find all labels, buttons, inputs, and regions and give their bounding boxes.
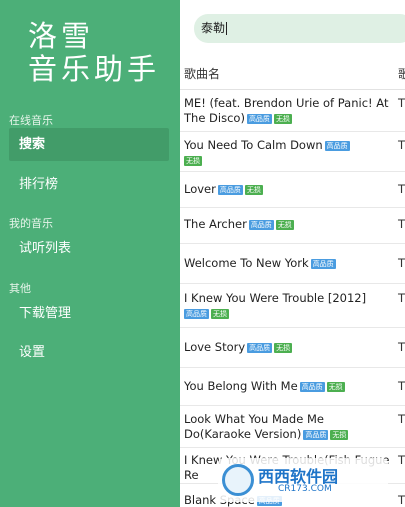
song-title-text: Lover: [184, 182, 216, 196]
high-quality-badge: 高品质: [324, 140, 350, 151]
song-title[interactable]: Welcome To New York 高品质: [184, 256, 391, 271]
main-panel: 泰勒 歌曲名 歌 ME! (feat. Brendon Urie of Pani…: [180, 0, 405, 507]
artist-cell: T: [398, 340, 405, 354]
song-title-text: Love Story: [184, 340, 246, 354]
section-online-music: 在线音乐: [9, 114, 53, 127]
artist-cell: T: [398, 217, 405, 231]
watermark-logo-icon: [222, 464, 254, 496]
artist-cell: T: [398, 453, 405, 467]
column-header-artist[interactable]: 歌: [398, 65, 405, 82]
high-quality-badge: 高品质: [299, 381, 325, 392]
high-quality-badge: 高品质: [247, 342, 273, 353]
table-row[interactable]: Love Story 高品质 无损 T: [180, 328, 405, 368]
text-caret: [226, 22, 228, 35]
lossless-badge: 无损: [274, 342, 293, 353]
song-title[interactable]: You Need To Calm Down 高品质无损: [184, 138, 391, 168]
lossless-badge: 无损: [275, 219, 294, 230]
table-header: 歌曲名 歌: [180, 56, 405, 90]
lossless-badge: 无损: [184, 155, 202, 166]
high-quality-badge: 高品质: [184, 308, 209, 319]
high-quality-badge: 高品质: [246, 113, 272, 124]
high-quality-badge: 高品质: [248, 219, 274, 230]
section-other: 其他: [9, 282, 31, 295]
song-title-text: You Need To Calm Down: [184, 138, 323, 152]
lossless-badge: 无损: [273, 113, 292, 124]
artist-cell: T: [398, 379, 405, 393]
watermark-url: CR173.COM: [278, 484, 332, 494]
artist-cell: T: [398, 138, 405, 152]
artist-cell: T: [398, 493, 405, 507]
artist-cell: T: [398, 96, 405, 110]
song-title-text: Welcome To New York: [184, 256, 309, 270]
section-my-music: 我的音乐: [9, 217, 53, 230]
table-row[interactable]: Welcome To New York 高品质 T: [180, 244, 405, 284]
sidebar-item-settings[interactable]: 设置: [9, 336, 169, 369]
app-logo: 洛雪 音乐助手: [28, 20, 160, 86]
table-row[interactable]: You Need To Calm Down 高品质无损 T: [180, 132, 405, 172]
song-title[interactable]: ME! (feat. Brendon Urie of Panic! At The…: [184, 96, 391, 126]
song-title[interactable]: I Knew You Were Trouble [2012] 高品质 无损: [184, 291, 391, 321]
song-title[interactable]: Look What You Made Me Do(Karaoke Version…: [184, 412, 391, 442]
sidebar-item-playlist[interactable]: 试听列表: [9, 232, 169, 265]
column-header-song[interactable]: 歌曲名: [184, 65, 220, 82]
song-title-text: The Archer: [184, 217, 247, 231]
high-quality-badge: 高品质: [310, 258, 336, 269]
app-title-line2: 音乐助手: [28, 52, 161, 86]
artist-cell: T: [398, 182, 405, 196]
song-title[interactable]: The Archer 高品质 无损: [184, 217, 391, 232]
lossless-badge: 无损: [211, 308, 229, 319]
song-title-text: I Knew You Were Trouble [2012]: [184, 291, 367, 305]
lossless-badge: 无损: [330, 429, 349, 440]
song-title[interactable]: Love Story 高品质 无损: [184, 340, 391, 355]
high-quality-badge: 高品质: [303, 429, 329, 440]
table-row[interactable]: I Knew You Were Trouble [2012] 高品质 无损 T: [180, 284, 405, 328]
song-title-text: You Belong With Me: [184, 379, 298, 393]
sidebar: 洛雪 音乐助手 在线音乐 搜索 排行榜 我的音乐 试听列表 其他 下载管理 设置: [0, 0, 180, 507]
search-bar: 泰勒: [180, 0, 405, 55]
table-row[interactable]: Look What You Made Me Do(Karaoke Version…: [180, 406, 405, 448]
table-row[interactable]: Lover 高品质 无损 T: [180, 172, 405, 208]
sidebar-item-charts[interactable]: 排行榜: [9, 168, 169, 201]
watermark: 西西软件园 CR173.COM: [218, 458, 388, 502]
sidebar-item-downloads[interactable]: 下载管理: [9, 297, 169, 330]
lossless-badge: 无损: [244, 184, 263, 195]
search-input-value: 泰勒: [201, 21, 226, 35]
table-row[interactable]: The Archer 高品质 无损 T: [180, 208, 405, 244]
song-title[interactable]: Lover 高品质 无损: [184, 182, 391, 197]
search-input[interactable]: 泰勒: [194, 14, 405, 43]
app-title-line1: 洛雪: [28, 19, 95, 53]
table-row[interactable]: ME! (feat. Brendon Urie of Panic! At The…: [180, 90, 405, 132]
artist-cell: T: [398, 256, 405, 270]
artist-cell: T: [398, 291, 405, 305]
table-row[interactable]: You Belong With Me 高品质 无损 T: [180, 368, 405, 406]
artist-cell: T: [398, 412, 405, 426]
high-quality-badge: 高品质: [217, 184, 243, 195]
song-list: ME! (feat. Brendon Urie of Panic! At The…: [180, 90, 405, 507]
lossless-badge: 无损: [326, 381, 345, 392]
song-title[interactable]: You Belong With Me 高品质 无损: [184, 379, 391, 394]
sidebar-item-search[interactable]: 搜索: [9, 128, 169, 161]
